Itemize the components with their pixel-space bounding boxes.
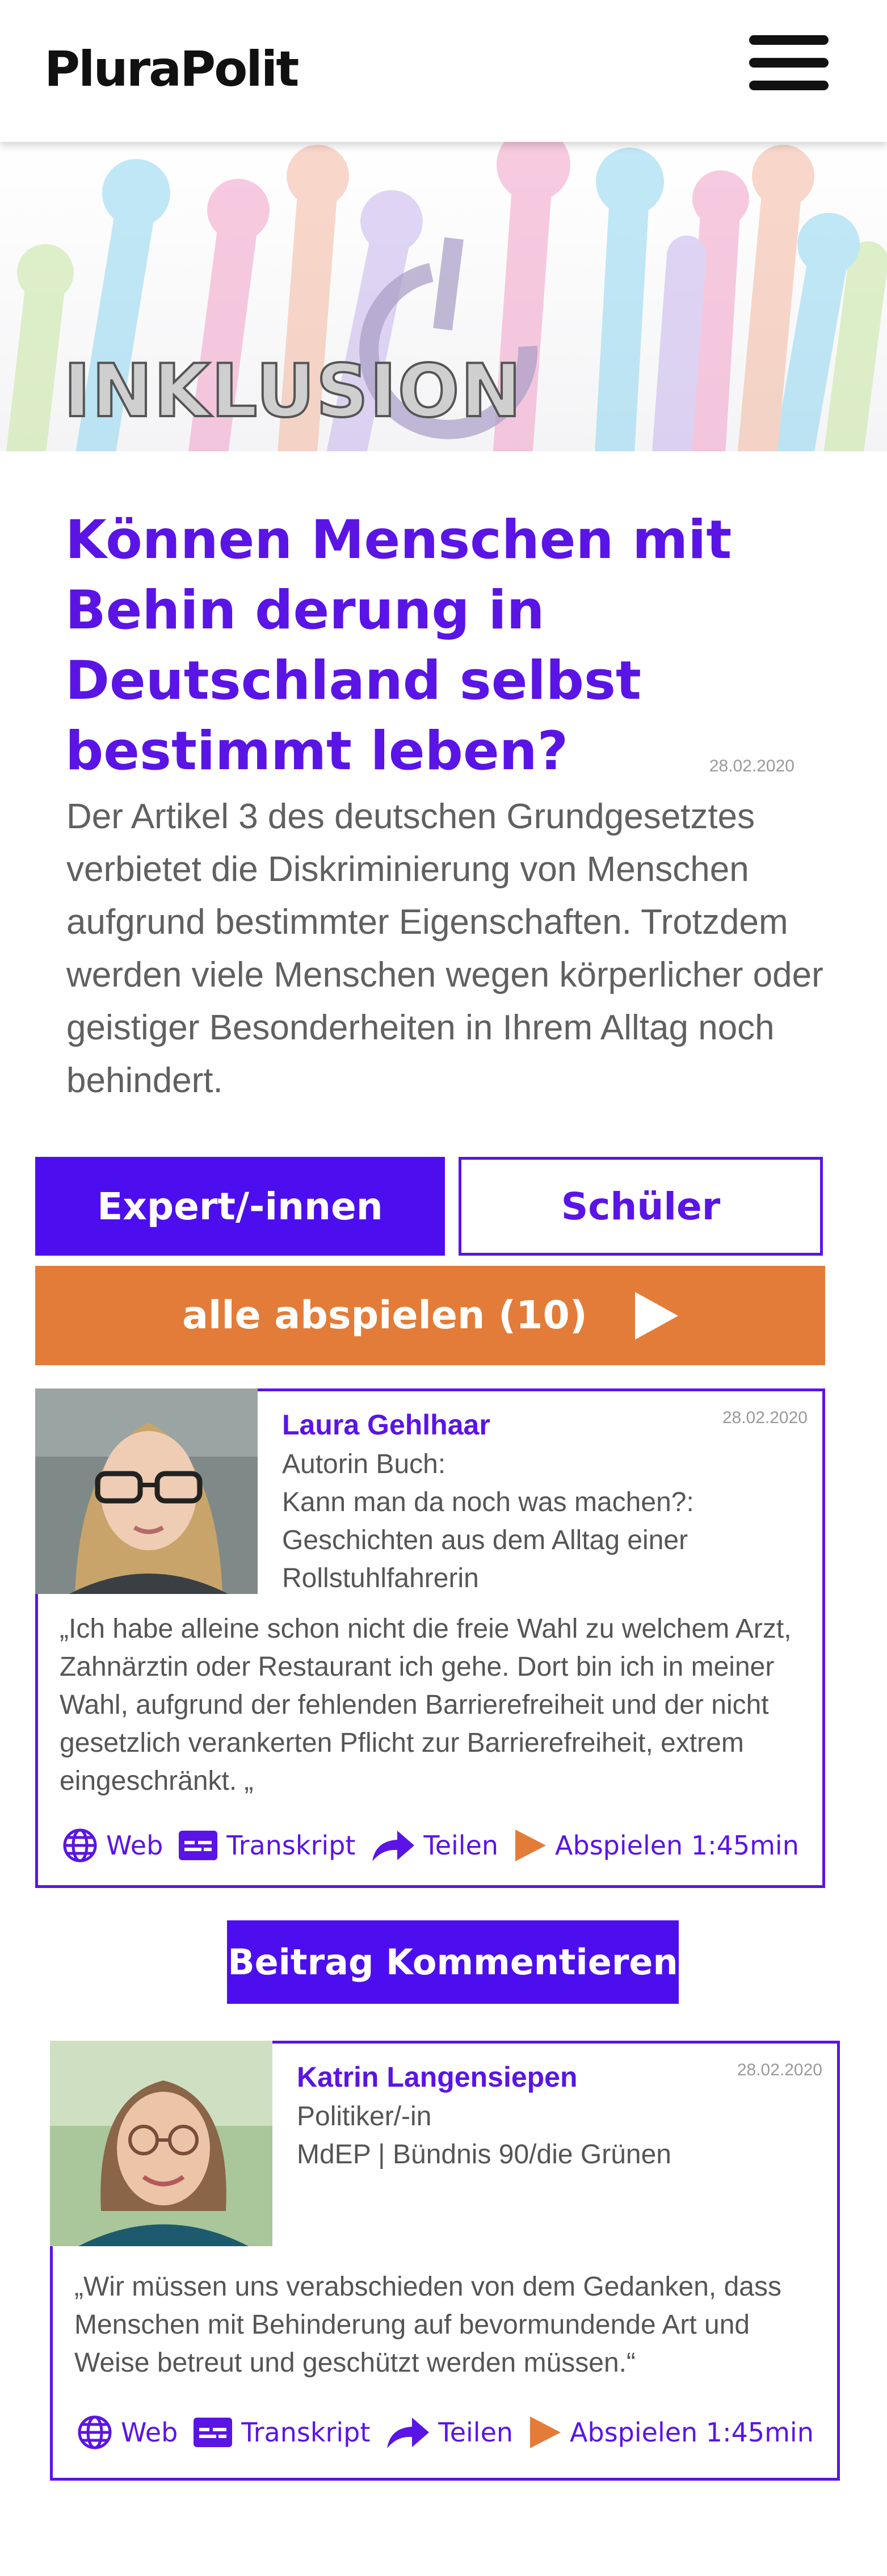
transcript-icon: [194, 2418, 233, 2447]
tab-students[interactable]: Schüler: [459, 1157, 823, 1256]
transcript-label: Transkript: [241, 2417, 371, 2448]
play-icon: [515, 1830, 547, 1861]
statement-date: 28.02.2020: [737, 2061, 822, 2079]
share-arrow-icon: [372, 1831, 415, 1861]
statement-card: Katrin Langensiepen 28.02.2020 Politiker…: [50, 2041, 840, 2481]
speaker-photo: [35, 1388, 258, 1594]
speaker-name[interactable]: Laura Gehlhaar: [282, 1408, 490, 1441]
statement-quote: „Wir müssen uns verabschieden von dem Ge…: [74, 2272, 781, 2378]
play-statement[interactable]: Abspielen 1:45min: [513, 1827, 799, 1864]
globe-icon: [78, 2415, 112, 2449]
web-label: Web: [106, 1830, 163, 1861]
statement-quote: „Ich habe alleine schon nicht die freie …: [60, 1614, 792, 1796]
globe-icon: [63, 1828, 97, 1862]
transcript-icon: [179, 1831, 218, 1860]
share-label: Teilen: [423, 1830, 499, 1861]
play-statement[interactable]: Abspielen 1:45min: [528, 2414, 814, 2451]
web-link[interactable]: Web: [62, 1827, 163, 1864]
web-label: Web: [121, 2417, 178, 2448]
statement-actions: Web Transkript Teilen Abspielen 1:45min: [62, 1826, 814, 1865]
transcript-label: Transkript: [226, 1830, 356, 1861]
statement-actions: Web Transkript Teilen Abspielen 1:45min: [77, 2413, 829, 2452]
play-label: Abspielen 1:45min: [570, 2417, 814, 2448]
hero-banner: INKLUSION: [0, 142, 887, 451]
play-icon: [634, 1291, 678, 1340]
statement-card: Laura Gehlhaar 28.02.2020 Autorin Buch: …: [35, 1388, 825, 1888]
statement-date: 28.02.2020: [722, 1408, 808, 1427]
article-intro: Der Artikel 3 des deutschen Grundgesetzt…: [66, 797, 823, 1100]
share-link[interactable]: Teilen: [385, 2415, 513, 2449]
logo[interactable]: PluraPolit: [44, 41, 299, 98]
transcript-link[interactable]: Transkript: [192, 2416, 370, 2448]
transcript-link[interactable]: Transkript: [178, 1830, 355, 1861]
tab-experts[interactable]: Expert/-innen: [35, 1157, 445, 1256]
play-icon: [530, 2416, 561, 2448]
site-header: PluraPolit: [0, 0, 887, 142]
speaker-name[interactable]: Katrin Langensiepen: [297, 2061, 578, 2093]
speaker-role: Autorin Buch: Kann man da noch was mache…: [282, 1449, 694, 1593]
play-label: Abspielen 1:45min: [555, 1830, 799, 1861]
web-link[interactable]: Web: [77, 2414, 178, 2451]
category-title: INKLUSION: [62, 348, 523, 435]
article-headline: Können Menschen mit Behin derung in Deut…: [65, 509, 732, 782]
share-arrow-icon: [387, 2418, 430, 2448]
speaker-role: Politiker/-in MdEP | Bündnis 90/die Grün…: [297, 2101, 671, 2170]
comment-button[interactable]: Beitrag Kommentieren: [227, 1920, 679, 2004]
menu-icon[interactable]: [749, 35, 829, 92]
speaker-photo: [50, 2041, 272, 2246]
share-label: Teilen: [438, 2417, 514, 2448]
article-date: 28.02.2020: [709, 757, 794, 775]
share-link[interactable]: Teilen: [370, 1828, 498, 1862]
play-all-label: alle abspielen (10): [182, 1293, 587, 1338]
play-all-button[interactable]: alle abspielen (10): [35, 1266, 825, 1365]
